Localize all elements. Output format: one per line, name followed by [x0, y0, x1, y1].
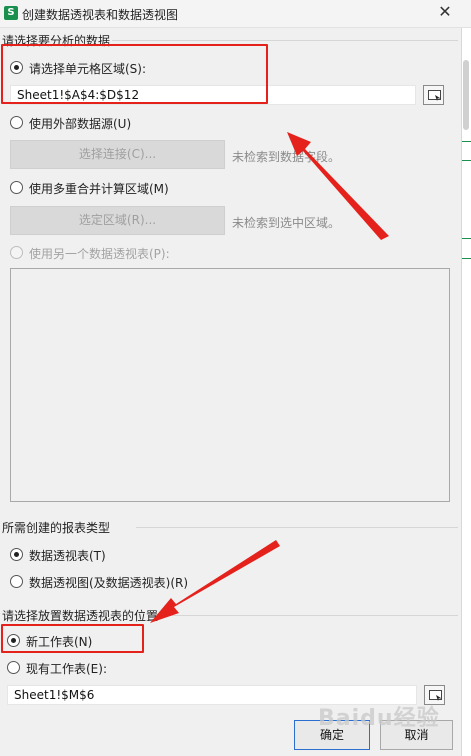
- consolidate-radio[interactable]: [10, 181, 23, 194]
- choose-connection-button: 选择连接(C)...: [10, 140, 225, 169]
- range-input[interactable]: Sheet1!$A$4:$D$12: [10, 85, 416, 105]
- close-icon[interactable]: ✕: [433, 0, 457, 26]
- pivot-chart-label: 数据透视图(及数据透视表)(R): [29, 576, 189, 590]
- select-region-button: 选定区域(R)...: [10, 206, 225, 235]
- consolidate-label: 使用多重合并计算区域(M): [29, 182, 169, 196]
- external-source-label: 使用外部数据源(U): [29, 117, 132, 131]
- group-divider: [112, 40, 458, 41]
- no-region-hint: 未检索到选中区域。: [232, 216, 341, 230]
- source-group-header: 请选择要分析的数据: [2, 34, 111, 48]
- other-pivot-label: 使用另一个数据透视表(P):: [29, 247, 170, 261]
- cell-border-line: [462, 160, 471, 161]
- watermark: Baidu经验: [318, 706, 440, 731]
- cell-border-line: [462, 238, 471, 239]
- other-pivot-radio: [10, 246, 23, 259]
- existing-sheet-radio[interactable]: [7, 661, 20, 674]
- cell-border-line: [462, 258, 471, 259]
- report-type-header: 所需创建的报表类型: [2, 521, 111, 535]
- scrollbar-thumb[interactable]: [463, 60, 469, 130]
- group-divider: [136, 527, 458, 528]
- cell-border-line: [462, 141, 471, 142]
- existing-sheet-label: 现有工作表(E):: [26, 662, 107, 676]
- range-option-label: 请选择单元格区域(S):: [29, 62, 147, 76]
- pivot-table-radio[interactable]: [10, 548, 23, 561]
- range-select-icon[interactable]: [423, 85, 444, 105]
- external-source-radio[interactable]: [10, 116, 23, 129]
- pivot-chart-radio[interactable]: [10, 575, 23, 588]
- group-divider: [170, 615, 458, 616]
- wps-spreadsheet-icon: S: [4, 6, 18, 20]
- spreadsheet-background-strip: [461, 28, 471, 756]
- title-bar: S 创建数据透视表和数据透视图 ✕: [0, 0, 471, 28]
- pivot-table-list: [10, 268, 450, 502]
- no-fields-hint: 未检索到数据字段。: [232, 150, 341, 164]
- new-sheet-radio[interactable]: [7, 634, 20, 647]
- dialog-title: 创建数据透视表和数据透视图: [22, 8, 179, 22]
- new-sheet-label: 新工作表(N): [26, 635, 93, 649]
- placement-header: 请选择放置数据透视表的位置: [2, 609, 159, 623]
- pivot-table-label: 数据透视表(T): [29, 549, 106, 563]
- range-radio[interactable]: [10, 61, 23, 74]
